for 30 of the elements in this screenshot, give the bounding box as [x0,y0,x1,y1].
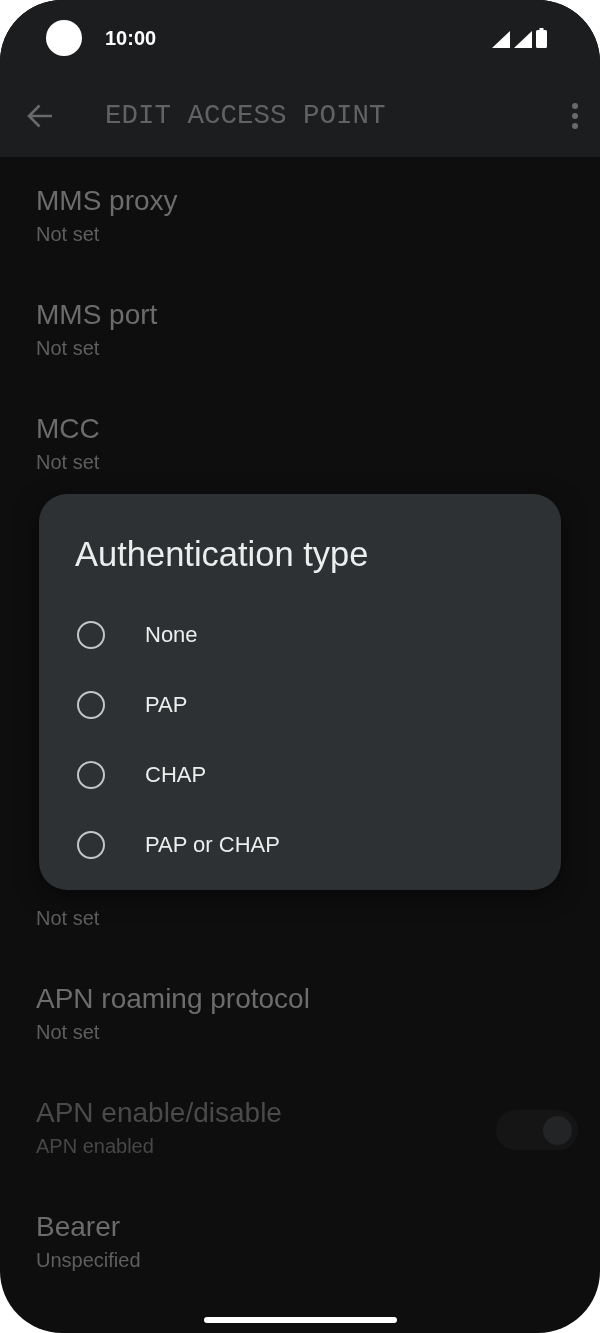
setting-summary: Not set [36,1020,101,1045]
radio-button[interactable] [77,691,105,719]
setting-summary: Not set [36,336,101,361]
option-label[interactable]: PAP [145,691,188,719]
radio-button[interactable] [77,621,105,649]
radio-button[interactable] [77,831,105,859]
setting-summary: Not set [36,450,101,475]
status-time: 10:00 [105,25,157,50]
option-label[interactable]: PAP or CHAP [145,831,280,859]
setting-summary: APN enabled [36,1134,155,1159]
dialog-title: Authentication type [75,534,370,575]
camera-hole-icon [46,19,82,56]
setting-title: APN roaming protocol [36,982,311,1016]
setting-title: APN enable/disable [36,1096,283,1130]
setting-summary: Not set [36,906,101,931]
setting-summary: Unspecified [36,1248,142,1273]
setting-title: MMS proxy [36,184,179,218]
battery-icon [536,27,547,48]
option-label[interactable]: CHAP [145,761,207,789]
signal-icon [492,30,510,48]
more-options-icon[interactable] [572,103,578,129]
toolbar-title: EDIT ACCESS POINT [105,99,386,133]
back-icon[interactable] [27,104,53,128]
radio-button[interactable] [77,761,105,789]
setting-title: MCC [36,412,101,446]
setting-summary: Not set [36,222,101,247]
option-label[interactable]: None [145,621,198,649]
setting-title: MMS port [36,298,159,332]
setting-title: Bearer [36,1210,122,1244]
signal-icon [514,30,532,48]
